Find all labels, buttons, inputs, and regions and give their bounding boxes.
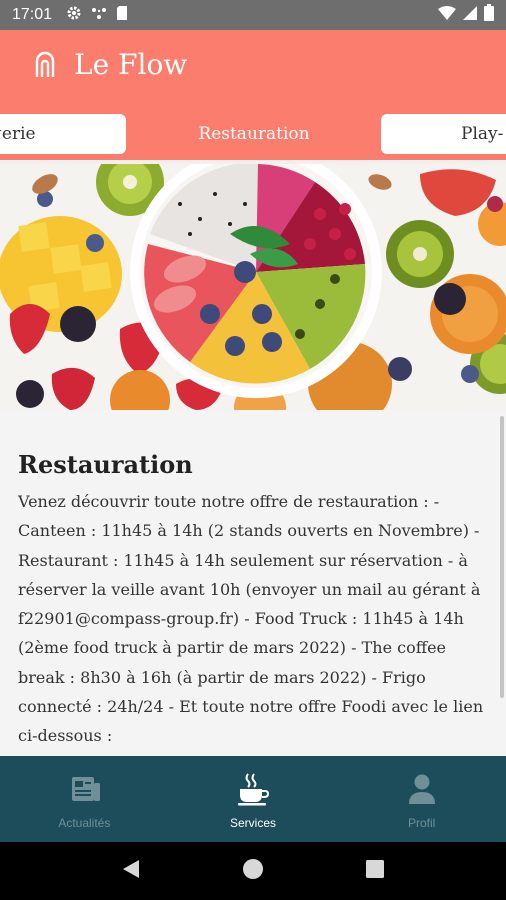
content-title: Restauration [18, 450, 193, 479]
food-photo-icon [0, 164, 506, 410]
nav-item-actualites[interactable]: Actualités [0, 756, 169, 842]
tab-restauration[interactable]: Restauration [128, 114, 380, 154]
tab-label: Bergerie [0, 124, 36, 144]
status-icons-right [438, 4, 494, 26]
nav-label: Services [230, 816, 277, 830]
tab-label: Restauration [198, 124, 310, 144]
person-icon [408, 772, 436, 806]
signal-icon [462, 5, 478, 26]
nav-label: Profil [408, 816, 436, 830]
app-logo-icon [30, 46, 60, 82]
tab-label: Play- [461, 124, 504, 144]
content-section: Restauration Venez découvrir toute notre… [0, 410, 506, 756]
nav-item-profil[interactable]: Profil [337, 756, 506, 842]
recents-icon[interactable] [365, 859, 385, 883]
hero-food-image [0, 164, 506, 410]
home-icon[interactable] [242, 858, 264, 884]
nav-label: Actualités [58, 816, 111, 830]
tab-play[interactable]: Play- [381, 114, 506, 154]
app-bar: Le Flow [0, 30, 506, 98]
news-icon [67, 772, 101, 806]
sim-card-icon [116, 5, 128, 26]
status-bar: 17:01 [0, 0, 506, 30]
bottom-nav: Actualités Services Profil [0, 756, 506, 842]
nav-item-services[interactable]: Services [169, 756, 338, 842]
wifi-icon [438, 5, 456, 25]
battery-icon [484, 4, 494, 26]
tabs-bar: Bergerie Restauration Play- [0, 98, 506, 160]
app-title: Le Flow [74, 47, 188, 81]
status-icons-left [66, 5, 128, 26]
system-nav-bar [0, 842, 506, 900]
tab-bergerie[interactable]: Bergerie [0, 114, 126, 154]
scrollbar[interactable] [500, 416, 504, 698]
nfc-icon [91, 5, 107, 26]
content-body: Venez découvrir toute notre offre de res… [18, 492, 484, 746]
back-icon[interactable] [121, 858, 141, 884]
settings-icon [66, 5, 82, 26]
status-time: 17:01 [12, 6, 53, 23]
coffee-cup-icon [236, 772, 270, 806]
